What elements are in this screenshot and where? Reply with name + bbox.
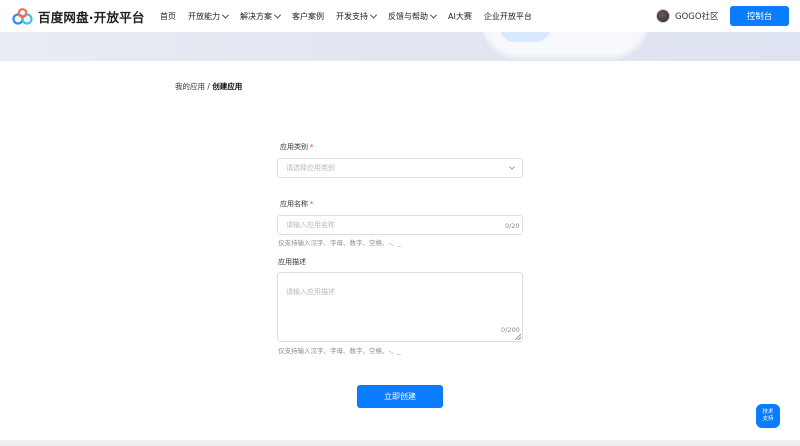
description-hint: 仅支持输入汉字、字母、数字、空格、-、_ bbox=[278, 347, 401, 355]
nav-label: 客户案例 bbox=[292, 11, 324, 21]
app-name-input[interactable]: 请输入应用名称 bbox=[277, 215, 523, 235]
chevron-down-icon bbox=[509, 164, 515, 170]
nav-item-capabilities[interactable]: 开放能力 bbox=[188, 11, 230, 22]
chevron-down-icon bbox=[273, 11, 282, 19]
name-placeholder: 请输入应用名称 bbox=[286, 221, 335, 229]
create-now-button[interactable]: 立即创建 bbox=[357, 385, 443, 408]
user-name[interactable]: GOGO社区 bbox=[675, 10, 719, 22]
nav-item-enterprise[interactable]: 企业开放平台 bbox=[484, 11, 532, 22]
name-label-text: 应用名称 bbox=[280, 200, 308, 208]
description-label: 应用描述 bbox=[278, 258, 306, 266]
avatar[interactable] bbox=[656, 9, 670, 23]
chevron-down-icon bbox=[369, 11, 378, 19]
nav-label: 企业开放平台 bbox=[483, 11, 532, 21]
app-description-textarea[interactable]: 请输入应用描述 bbox=[277, 272, 523, 342]
user-menu[interactable]: GOGO社区 bbox=[656, 9, 719, 23]
chevron-down-icon bbox=[429, 11, 438, 19]
nav-item-feedback[interactable]: 反馈与帮助 bbox=[388, 11, 438, 22]
breadcrumb: 我的应用 / 创建应用 bbox=[175, 81, 242, 92]
logo[interactable]: 百度网盘·开放平台 bbox=[12, 7, 145, 26]
category-placeholder: 请选择应用类别 bbox=[286, 164, 335, 172]
page-bottom-edge bbox=[0, 440, 800, 446]
breadcrumb-current: 创建应用 bbox=[212, 82, 243, 91]
nav-label: 首页 bbox=[160, 11, 176, 21]
category-label: 应用类别 * bbox=[280, 142, 314, 152]
nav-label: AI大赛 bbox=[448, 11, 472, 21]
main-nav: 首页 开放能力 解决方案 客户案例 开发支持 反馈与帮助 AI大赛 企业开放平台 bbox=[160, 0, 544, 32]
page-banner bbox=[0, 32, 800, 61]
category-label-text: 应用类别 bbox=[280, 143, 308, 151]
logo-text: 百度网盘·开放平台 bbox=[38, 10, 145, 25]
nav-item-solutions[interactable]: 解决方案 bbox=[240, 11, 282, 22]
name-label: 应用名称 * bbox=[280, 199, 314, 209]
nav-item-dev-support[interactable]: 开发支持 bbox=[336, 11, 378, 22]
nav-label: 反馈与帮助 bbox=[388, 11, 428, 21]
nav-item-cases[interactable]: 客户案例 bbox=[292, 11, 324, 22]
required-mark: * bbox=[310, 200, 314, 208]
required-mark: * bbox=[310, 143, 314, 151]
name-hint: 仅支持输入汉字、字母、数字、空格、-、_ bbox=[278, 239, 401, 247]
top-header: 百度网盘·开放平台 首页 开放能力 解决方案 客户案例 开发支持 反馈与帮助 A… bbox=[0, 0, 800, 32]
logo-icon bbox=[12, 7, 34, 26]
chevron-down-icon bbox=[221, 11, 230, 19]
breadcrumb-parent[interactable]: 我的应用 bbox=[175, 82, 205, 91]
nav-item-ai-contest[interactable]: AI大赛 bbox=[448, 11, 472, 22]
support-label-line2: 支持 bbox=[762, 416, 774, 422]
description-char-counter: 0/200 bbox=[501, 326, 520, 334]
category-select[interactable]: 请选择应用类别 bbox=[277, 158, 523, 178]
breadcrumb-separator: / bbox=[207, 82, 210, 91]
console-button[interactable]: 控制台 bbox=[730, 6, 789, 26]
description-placeholder: 请输入应用描述 bbox=[286, 288, 335, 296]
support-label-line1: 技术 bbox=[762, 409, 774, 415]
tech-support-button[interactable]: 技术 支持 bbox=[756, 404, 780, 428]
name-char-counter: 0/20 bbox=[505, 222, 520, 230]
nav-label: 开放能力 bbox=[188, 11, 220, 21]
nav-item-home[interactable]: 首页 bbox=[160, 11, 176, 22]
nav-label: 解决方案 bbox=[240, 11, 272, 21]
nav-label: 开发支持 bbox=[336, 11, 368, 21]
resize-handle-icon[interactable] bbox=[515, 334, 521, 340]
